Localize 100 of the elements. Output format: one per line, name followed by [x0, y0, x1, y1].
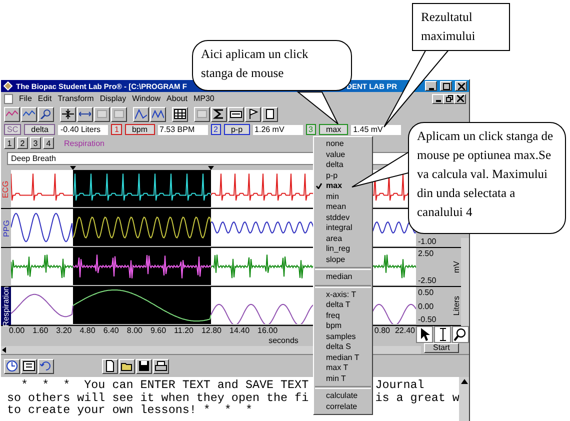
unit-label: Liters — [452, 296, 461, 316]
toolbar-button[interactable] — [172, 106, 188, 122]
function-selector[interactable]: p-p — [224, 124, 250, 135]
channel-button[interactable]: 1 — [4, 137, 15, 149]
menu-item[interactable]: Window — [132, 94, 161, 103]
toolbar-button[interactable] — [133, 106, 149, 122]
menu-option[interactable]: calculate — [314, 391, 372, 402]
menu-option[interactable]: integral — [314, 223, 372, 234]
toolbar-button[interactable] — [211, 106, 227, 122]
menu-item[interactable]: About — [166, 94, 188, 103]
waveform-icon — [6, 109, 18, 119]
menu-option[interactable]: area — [314, 234, 372, 244]
toolbar-button[interactable] — [38, 106, 54, 122]
minimize-button[interactable] — [432, 94, 444, 104]
toolbar-button[interactable] — [4, 358, 20, 374]
journal-text: to create your own lessons! * * * — [7, 404, 252, 416]
measurement-value: 1.45 mV — [351, 124, 402, 134]
new-document-button[interactable] — [102, 358, 118, 374]
function-selector[interactable]: max — [318, 124, 348, 135]
toolbar-button[interactable] — [60, 106, 76, 122]
vertical-scrollbar[interactable] — [459, 377, 469, 421]
axis-tick-label: 16.00 — [258, 326, 278, 335]
vertical-scrollbar[interactable] — [461, 238, 469, 326]
scale-value: -0.50 — [418, 315, 438, 324]
menu-option[interactable]: p-p — [314, 170, 372, 181]
menu-option[interactable]: x-axis: T — [314, 290, 372, 300]
close-button[interactable] — [455, 81, 467, 91]
menu-option[interactable]: none — [314, 139, 372, 150]
minimize-button[interactable] — [425, 81, 437, 91]
text-cursor-tool-button[interactable] — [434, 326, 451, 343]
scale-value: 2.50 — [418, 249, 435, 258]
restore-button[interactable] — [443, 94, 455, 104]
toolbar-button[interactable] — [262, 106, 278, 122]
expand-arrows-icon — [79, 109, 91, 119]
sigma-icon — [213, 109, 225, 119]
pointer-tool-button[interactable] — [416, 326, 433, 343]
toolbar-button[interactable] — [228, 106, 244, 122]
toolbar-button[interactable] — [38, 358, 54, 374]
channel-selector[interactable]: 2 — [210, 124, 221, 135]
printer-icon — [155, 360, 167, 372]
menu-option[interactable]: median T — [314, 352, 372, 363]
close-button[interactable] — [454, 94, 466, 104]
callout-text: Rezultatul maximului — [421, 10, 476, 43]
menu-option[interactable]: bpm — [314, 321, 372, 332]
menu-option[interactable]: delta T — [314, 300, 372, 310]
flag-icon — [247, 109, 259, 119]
search-icon — [454, 328, 467, 341]
channel-button[interactable]: 3 — [30, 137, 41, 149]
channel-button[interactable]: 2 — [17, 137, 28, 149]
menu-option[interactable]: delta S — [314, 342, 372, 352]
menu-item[interactable]: File — [19, 94, 32, 103]
menu-item[interactable]: Display — [100, 94, 126, 103]
close-icon — [456, 95, 464, 102]
toolbar-button[interactable] — [194, 106, 210, 122]
menu-item[interactable]: MP30 — [193, 94, 214, 103]
toolbar-button[interactable] — [21, 106, 37, 122]
start-button[interactable]: Start — [424, 343, 459, 353]
restore-icon — [446, 95, 452, 102]
menu-option[interactable]: stddev — [314, 212, 372, 223]
toolbar-button[interactable] — [21, 358, 37, 374]
scale-value: -2.50 — [418, 276, 438, 285]
channel-name: ECG — [2, 180, 10, 198]
menu-item[interactable]: Transform — [58, 94, 94, 103]
toolbar-button[interactable] — [4, 106, 20, 122]
menu-option[interactable]: samples — [314, 332, 372, 342]
menu-option[interactable]: max T — [314, 363, 372, 374]
toolbar-button[interactable] — [245, 106, 261, 122]
toolbar-button[interactable] — [77, 106, 93, 122]
channel-selector[interactable]: 1 — [111, 124, 122, 135]
toolbar-button[interactable] — [94, 106, 110, 122]
menu-option[interactable]: mean — [314, 202, 372, 212]
menu-option[interactable]: median — [314, 272, 372, 282]
callout-text: Aici aplicam un click stanga de mouse — [201, 47, 308, 80]
open-button[interactable] — [119, 358, 135, 374]
measurement-value: -0.40 Liters — [58, 124, 108, 134]
function-selector[interactable]: delta — [24, 124, 56, 135]
menu-option[interactable]: freq — [314, 310, 372, 321]
toolbar-button[interactable] — [111, 106, 127, 122]
axis-tick-label: 4.80 — [80, 326, 96, 335]
menu-item[interactable]: Edit — [38, 94, 52, 103]
menu-option[interactable]: slope — [314, 254, 372, 265]
scale-value: 0.00 — [418, 302, 435, 310]
document-icon — [104, 360, 116, 372]
channel-selector[interactable]: SC — [4, 124, 22, 135]
menu-option[interactable]: max — [314, 181, 372, 192]
axis-tick-label: 12.80 — [201, 326, 222, 335]
zoom-tool-button[interactable] — [452, 326, 469, 343]
save-button[interactable] — [136, 358, 152, 374]
print-button[interactable] — [153, 358, 169, 374]
menu-option[interactable]: lin_reg — [314, 244, 372, 254]
menu-option[interactable]: min T — [314, 374, 372, 384]
journal-text: so others will see it when they open the fi — [7, 392, 309, 404]
channel-button[interactable]: 4 — [43, 137, 54, 149]
maximize-button[interactable] — [440, 81, 452, 91]
function-selector[interactable]: bpm — [124, 124, 154, 135]
menu-option[interactable]: value — [314, 150, 372, 160]
axis-tick-label: 8.00 — [126, 326, 142, 335]
menu-option[interactable]: min — [314, 192, 372, 202]
menu-option[interactable]: correlate — [314, 402, 372, 412]
toolbar-button[interactable] — [150, 106, 166, 122]
